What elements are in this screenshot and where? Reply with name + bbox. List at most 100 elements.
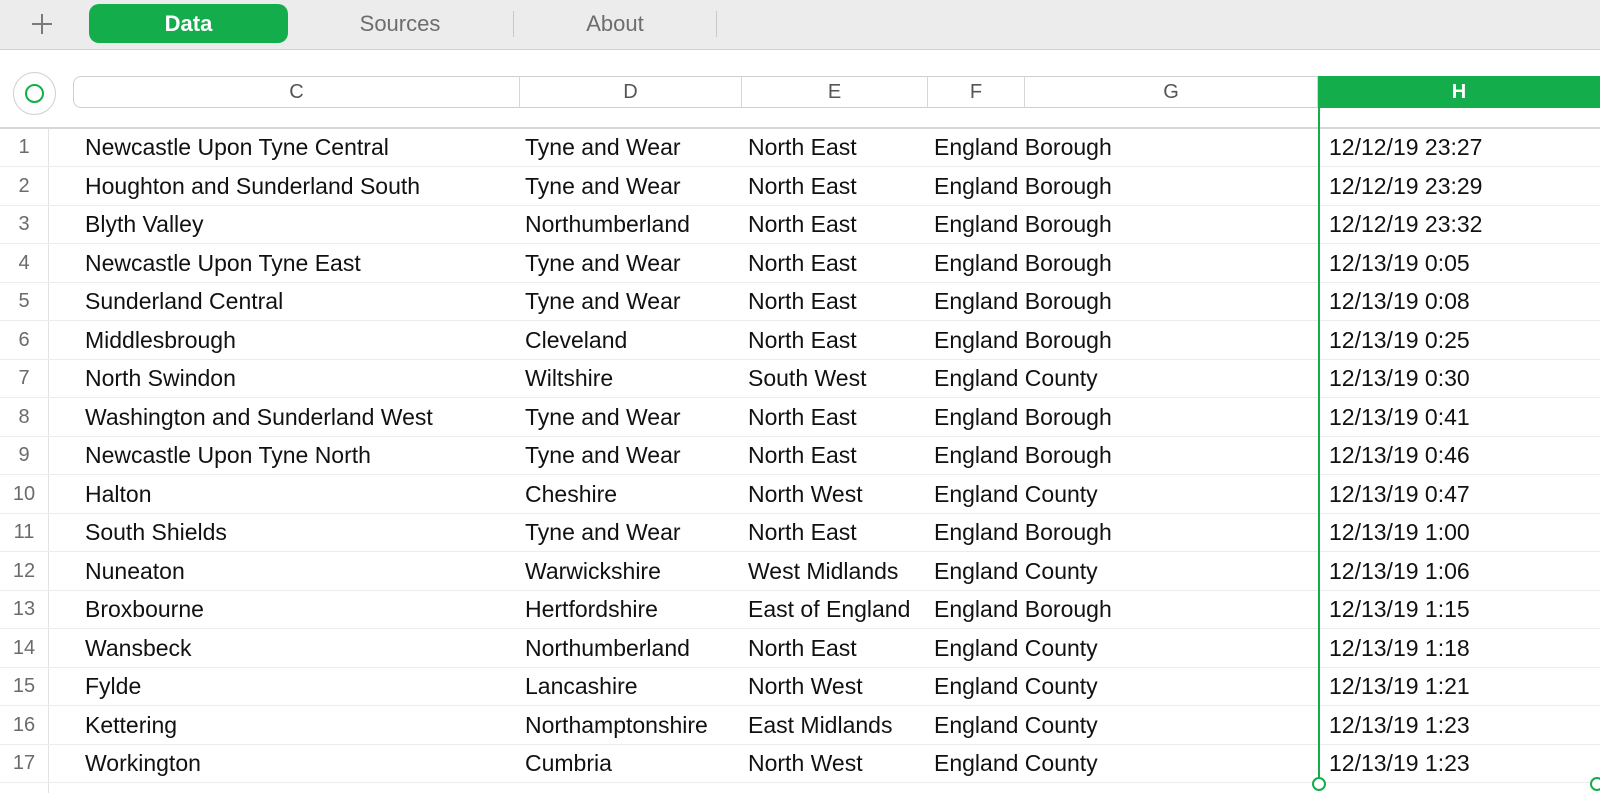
cell-f[interactable]: England County: [934, 360, 1234, 398]
cell-c[interactable]: Broxbourne: [85, 591, 515, 629]
column-header-f[interactable]: F: [928, 76, 1025, 108]
cell-d[interactable]: Tyne and Wear: [525, 283, 739, 321]
cell-h[interactable]: 12/13/19 0:05: [1329, 245, 1597, 283]
cell-c[interactable]: Workington: [85, 745, 515, 783]
cell-c[interactable]: Newcastle Upon Tyne Central: [85, 129, 515, 167]
cell-e[interactable]: West Midlands: [748, 553, 926, 591]
cell-f[interactable]: England County: [934, 745, 1234, 783]
cell-f[interactable]: England Borough: [934, 514, 1234, 552]
cell-f[interactable]: England County: [934, 553, 1234, 591]
cell-h[interactable]: 12/12/19 23:27: [1329, 129, 1597, 167]
selection-handle[interactable]: [1590, 777, 1600, 791]
cell-c[interactable]: Sunderland Central: [85, 283, 515, 321]
column-header-c[interactable]: C: [74, 76, 520, 108]
cell-c[interactable]: Washington and Sunderland West: [85, 399, 515, 437]
cell-h[interactable]: 12/12/19 23:29: [1329, 168, 1597, 206]
cell-d[interactable]: Northumberland: [525, 630, 739, 668]
cell-d[interactable]: Tyne and Wear: [525, 437, 739, 475]
cell-f[interactable]: England Borough: [934, 206, 1234, 244]
row-number[interactable]: 9: [0, 437, 48, 475]
row-number[interactable]: 11: [0, 514, 48, 552]
cell-f[interactable]: England County: [934, 476, 1234, 514]
tab-data[interactable]: Data: [89, 4, 288, 43]
cell-f[interactable]: England Borough: [934, 591, 1234, 629]
row-number[interactable]: 8: [0, 399, 48, 437]
row-number[interactable]: 16: [0, 707, 48, 745]
cell-d[interactable]: Tyne and Wear: [525, 129, 739, 167]
add-sheet-button[interactable]: [24, 6, 60, 42]
column-header-d[interactable]: D: [520, 76, 742, 108]
cell-c[interactable]: Newcastle Upon Tyne East: [85, 245, 515, 283]
cell-d[interactable]: Cleveland: [525, 322, 739, 360]
cell-c[interactable]: Halton: [85, 476, 515, 514]
cell-h[interactable]: 12/13/19 1:23: [1329, 745, 1597, 783]
cell-e[interactable]: North West: [748, 476, 926, 514]
cell-d[interactable]: Tyne and Wear: [525, 245, 739, 283]
row-number[interactable]: 12: [0, 553, 48, 591]
row-number[interactable]: 2: [0, 168, 48, 206]
cell-d[interactable]: Tyne and Wear: [525, 168, 739, 206]
tab-sources[interactable]: Sources: [300, 4, 500, 43]
select-all-button[interactable]: [13, 72, 56, 115]
cell-e[interactable]: North East: [748, 245, 926, 283]
cell-d[interactable]: Warwickshire: [525, 553, 739, 591]
cell-h[interactable]: 12/13/19 0:41: [1329, 399, 1597, 437]
cell-e[interactable]: North East: [748, 399, 926, 437]
column-header-g[interactable]: G: [1025, 76, 1318, 108]
cell-h[interactable]: 12/13/19 1:23: [1329, 707, 1597, 745]
cell-e[interactable]: North East: [748, 514, 926, 552]
cell-f[interactable]: England Borough: [934, 322, 1234, 360]
cell-e[interactable]: North East: [748, 129, 926, 167]
cell-f[interactable]: England County: [934, 630, 1234, 668]
cell-c[interactable]: Blyth Valley: [85, 206, 515, 244]
row-number[interactable]: 17: [0, 745, 48, 783]
cell-e[interactable]: North East: [748, 322, 926, 360]
cell-d[interactable]: Northamptonshire: [525, 707, 739, 745]
cell-f[interactable]: England Borough: [934, 168, 1234, 206]
cell-h[interactable]: 12/13/19 0:47: [1329, 476, 1597, 514]
cell-h[interactable]: 12/13/19 0:25: [1329, 322, 1597, 360]
cell-h[interactable]: 12/13/19 1:18: [1329, 630, 1597, 668]
cell-f[interactable]: England Borough: [934, 129, 1234, 167]
cell-e[interactable]: East of England: [748, 591, 926, 629]
cell-d[interactable]: Wiltshire: [525, 360, 739, 398]
row-number[interactable]: 14: [0, 630, 48, 668]
cell-c[interactable]: Nuneaton: [85, 553, 515, 591]
cell-h[interactable]: 12/13/19 0:08: [1329, 283, 1597, 321]
cell-c[interactable]: Wansbeck: [85, 630, 515, 668]
cell-f[interactable]: England Borough: [934, 245, 1234, 283]
cell-e[interactable]: North East: [748, 630, 926, 668]
cell-h[interactable]: 12/13/19 0:46: [1329, 437, 1597, 475]
cell-h[interactable]: 12/13/19 0:30: [1329, 360, 1597, 398]
column-header-e[interactable]: E: [742, 76, 928, 108]
cell-h[interactable]: 12/13/19 1:21: [1329, 668, 1597, 706]
cell-e[interactable]: East Midlands: [748, 707, 926, 745]
cell-h[interactable]: 12/13/19 1:06: [1329, 553, 1597, 591]
cell-d[interactable]: Lancashire: [525, 668, 739, 706]
cell-c[interactable]: North Swindon: [85, 360, 515, 398]
cell-e[interactable]: North East: [748, 437, 926, 475]
column-header-h[interactable]: H: [1318, 76, 1600, 108]
cell-d[interactable]: Tyne and Wear: [525, 399, 739, 437]
cell-c[interactable]: Newcastle Upon Tyne North: [85, 437, 515, 475]
cell-d[interactable]: Tyne and Wear: [525, 514, 739, 552]
cell-d[interactable]: Cheshire: [525, 476, 739, 514]
row-number[interactable]: 3: [0, 206, 48, 244]
row-number[interactable]: 10: [0, 476, 48, 514]
cell-c[interactable]: South Shields: [85, 514, 515, 552]
tab-about[interactable]: About: [515, 4, 715, 43]
cell-c[interactable]: Middlesbrough: [85, 322, 515, 360]
cell-h[interactable]: 12/13/19 1:00: [1329, 514, 1597, 552]
cell-e[interactable]: North West: [748, 745, 926, 783]
cell-d[interactable]: Cumbria: [525, 745, 739, 783]
cell-c[interactable]: Kettering: [85, 707, 515, 745]
cell-c[interactable]: Fylde: [85, 668, 515, 706]
row-number[interactable]: 15: [0, 668, 48, 706]
cell-d[interactable]: Northumberland: [525, 206, 739, 244]
cell-e[interactable]: North West: [748, 668, 926, 706]
row-number[interactable]: 6: [0, 322, 48, 360]
cell-f[interactable]: England Borough: [934, 399, 1234, 437]
selection-handle[interactable]: [1312, 777, 1326, 791]
cell-f[interactable]: England County: [934, 668, 1234, 706]
cell-f[interactable]: England Borough: [934, 283, 1234, 321]
